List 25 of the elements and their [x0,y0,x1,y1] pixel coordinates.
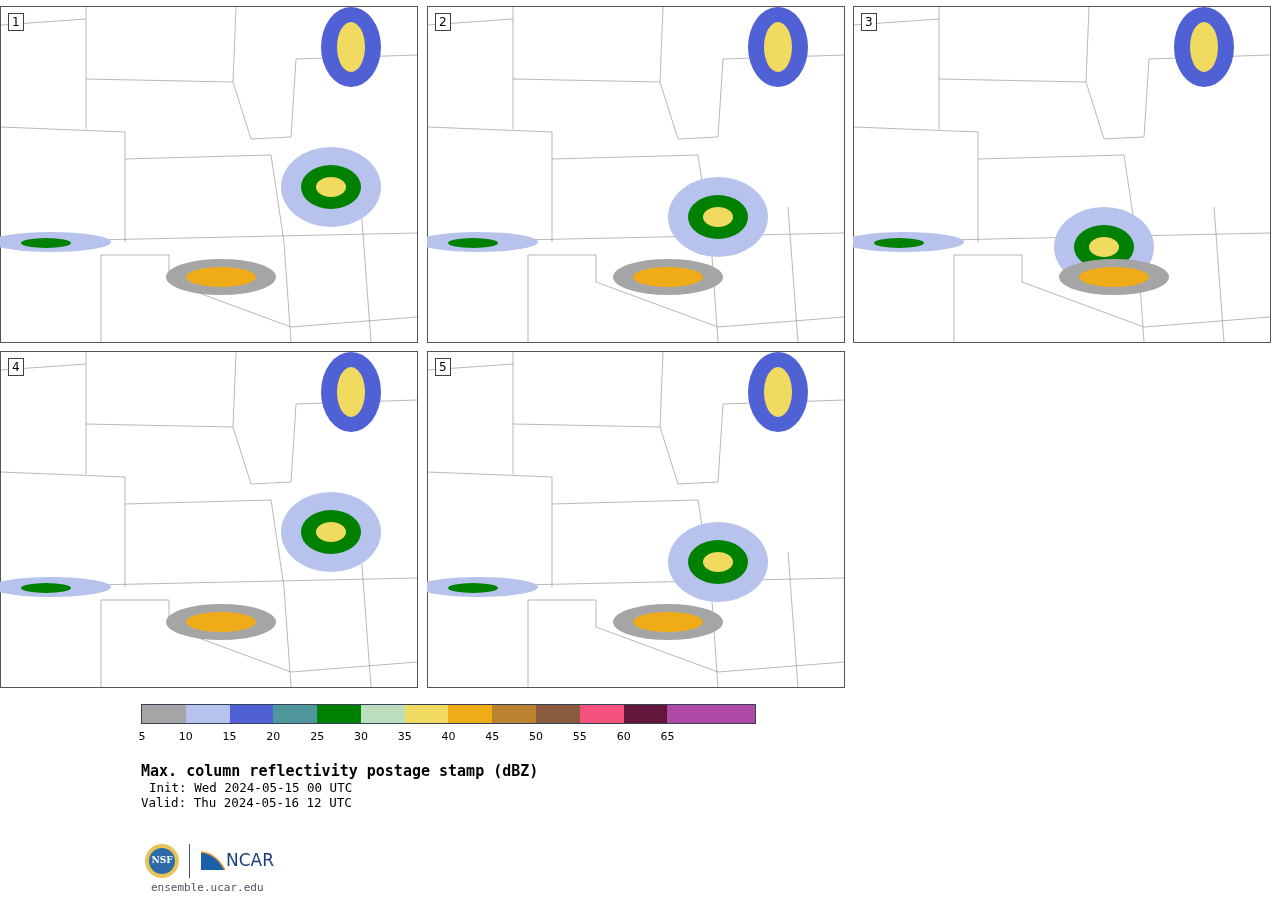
init-time: Init: Wed 2024-05-15 00 UTC [148,780,353,795]
colorbar-tick-label: 5 [138,730,146,743]
chart-title: Max. column reflectivity postage stamp (dBZ) [141,762,540,780]
nsf-logo: NSF [145,844,179,878]
panel-number-label: 3 [861,13,877,31]
valid-time: Valid: Thu 2024-05-16 12 UTC [141,795,352,810]
website-url: ensemble.ucar.edu [151,880,264,896]
ncar-swoosh-icon [200,851,226,871]
panel-number-label: 2 [435,13,451,31]
colorbar-tick-label: 25 [310,730,325,743]
colorbar-tick-label: 55 [572,730,587,743]
colorbar-tick-label: 50 [529,730,544,743]
colorbar-tick-label: 15 [222,730,237,743]
ncar-logo-text: NCAR [226,849,275,873]
colorbar-tick-label: 60 [616,730,631,743]
colorbar-tick-label: 10 [178,730,193,743]
colorbar-tick-label: 65 [660,730,675,743]
colorbar-tick-label: 35 [397,730,412,743]
panel-number-label: 5 [435,358,451,376]
colorbar-tick-label: 30 [353,730,368,743]
colorbar-tick-label: 45 [485,730,500,743]
colorbar-tick-label: 20 [266,730,281,743]
colorbar-tick-label: 40 [441,730,456,743]
panel-number-label: 4 [8,358,24,376]
panel-number-label: 1 [8,13,24,31]
